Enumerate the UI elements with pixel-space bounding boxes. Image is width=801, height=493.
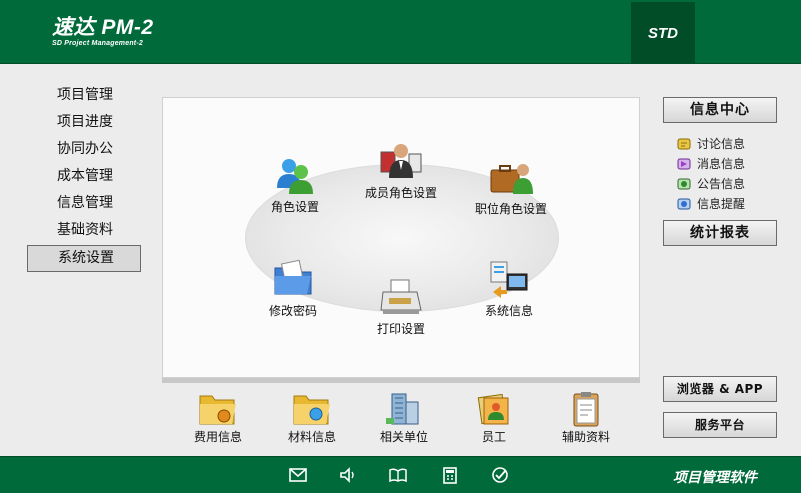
info-item-discussion[interactable]: 讨论信息	[677, 134, 787, 154]
nav-item-project-progress[interactable]: 项目进度	[27, 109, 141, 136]
material-info-tile[interactable]: 材料信息	[280, 390, 344, 444]
related-units-tile[interactable]: 相关单位	[372, 390, 436, 444]
role-settings-label: 角色设置	[270, 200, 319, 214]
material-info-label: 材料信息	[287, 430, 336, 444]
change-password-tile[interactable]: 修改密码	[253, 258, 333, 318]
info-center-button[interactable]: 信息中心	[663, 97, 777, 123]
nav-item-project-management[interactable]: 项目管理	[27, 82, 141, 109]
mail-icon[interactable]	[288, 466, 308, 484]
material-folder-icon	[293, 395, 330, 425]
fee-info-label: 费用信息	[193, 430, 242, 444]
info-item-notice[interactable]: 公告信息	[677, 174, 787, 194]
reminder-icon	[677, 198, 691, 210]
printer-icon	[380, 279, 422, 314]
users-icon	[277, 159, 313, 194]
aux-data-label: 辅助资料	[561, 430, 610, 444]
speaker-icon[interactable]	[338, 466, 358, 484]
calculator-icon[interactable]	[440, 466, 460, 484]
info-item-reminder[interactable]: 信息提醒	[677, 194, 787, 214]
position-role-settings-label: 职位角色设置	[474, 202, 547, 216]
info-item-discussion-label: 讨论信息	[697, 137, 746, 151]
building-icon	[386, 393, 419, 425]
browser-app-button[interactable]: 浏览器 & APP	[663, 376, 777, 402]
nav-item-basic-data[interactable]: 基础资料	[27, 217, 141, 244]
staff-label: 员工	[481, 430, 506, 444]
info-item-notice-label: 公告信息	[697, 177, 746, 191]
edition-badge: STD	[631, 2, 695, 64]
nav-item-system-settings[interactable]: 系统设置	[27, 245, 141, 272]
aux-data-tile[interactable]: 辅助资料	[554, 390, 618, 444]
service-platform-button[interactable]: 服务平台	[663, 412, 777, 438]
role-settings-tile[interactable]: 角色设置	[255, 154, 335, 214]
message-icon	[677, 158, 691, 170]
app-header: 速达 PM-2 SD Project Management-2 STD	[0, 0, 801, 64]
notice-icon	[677, 178, 691, 190]
staff-icon	[477, 393, 509, 425]
print-settings-tile[interactable]: 打印设置	[361, 276, 441, 336]
stats-report-button[interactable]: 统计报表	[663, 220, 777, 246]
settings-panel: 角色设置 成员角色设置 职位角色设置 修改密码 打印设置 系统信息	[162, 97, 640, 378]
nav-item-collaboration[interactable]: 协同办公	[27, 136, 141, 163]
app-logo: 速达 PM-2 SD Project Management-2	[52, 17, 154, 48]
info-item-message[interactable]: 消息信息	[677, 154, 787, 174]
print-settings-label: 打印设置	[376, 322, 425, 336]
info-item-message-label: 消息信息	[697, 157, 746, 171]
folder-icon	[274, 259, 312, 295]
main-nav: 项目管理 项目进度 协同办公 成本管理 信息管理 基础资料 系统设置	[27, 82, 141, 272]
info-item-reminder-label: 信息提醒	[697, 197, 746, 211]
nav-item-info-management[interactable]: 信息管理	[27, 190, 141, 217]
book-icon[interactable]	[388, 466, 408, 484]
member-role-settings-tile[interactable]: 成员角色设置	[359, 140, 443, 200]
app-subtitle: SD Project Management-2	[52, 40, 143, 47]
discussion-icon	[677, 138, 691, 150]
briefcase-icon	[490, 164, 533, 194]
nav-item-cost-management[interactable]: 成本管理	[27, 163, 141, 190]
member-icon	[380, 144, 422, 178]
app-title: 速达 PM-2	[52, 16, 154, 39]
fee-folder-icon	[199, 395, 236, 425]
system-info-label: 系统信息	[484, 304, 533, 318]
fee-info-tile[interactable]: 费用信息	[186, 390, 250, 444]
info-list: 讨论信息 消息信息 公告信息 信息提醒	[677, 134, 787, 214]
system-info-tile[interactable]: 系统信息	[469, 258, 549, 318]
app-footer: 项目管理软件	[0, 456, 801, 493]
check-circle-icon[interactable]	[490, 466, 510, 484]
staff-tile[interactable]: 员工	[462, 390, 526, 444]
footer-title: 项目管理软件	[673, 470, 757, 486]
change-password-label: 修改密码	[268, 304, 317, 318]
monitor-icon	[490, 261, 528, 298]
position-role-settings-tile[interactable]: 职位角色设置	[469, 156, 553, 216]
panel-shadow	[162, 378, 640, 383]
related-units-label: 相关单位	[379, 430, 428, 444]
clipboard-icon	[573, 392, 599, 427]
member-role-settings-label: 成员角色设置	[364, 186, 437, 200]
